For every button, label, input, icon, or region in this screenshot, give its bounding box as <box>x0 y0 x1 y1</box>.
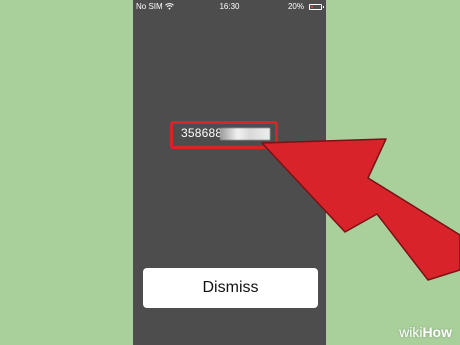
battery-percent: 20% <box>287 2 304 11</box>
status-bar: No SIM 16:30 20% <box>133 0 326 14</box>
battery-level <box>311 6 313 8</box>
wikihow-logo: wikiHow <box>399 324 452 340</box>
battery-icon <box>309 4 324 10</box>
dismiss-button[interactable]: Dismiss <box>143 268 318 308</box>
obscured-code-region <box>220 128 270 140</box>
device-code: 358688 <box>181 126 223 140</box>
